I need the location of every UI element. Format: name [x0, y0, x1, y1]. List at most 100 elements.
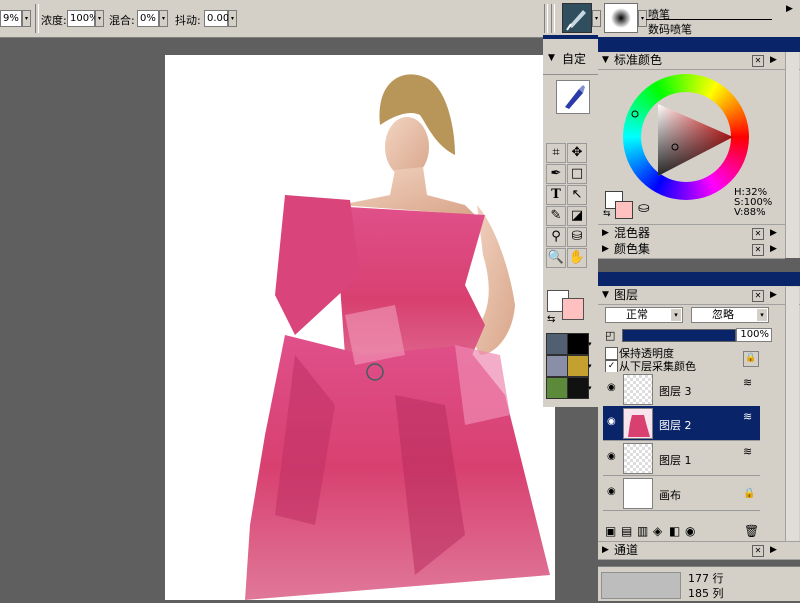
composite-method-select[interactable]: 忽略 ▾ — [691, 307, 769, 323]
crop-tool-icon[interactable]: ⌗ — [546, 143, 566, 163]
density-spinner[interactable]: ▾ — [95, 10, 104, 27]
mix-label: 混合: — [109, 14, 135, 27]
color-set-panel-title: 颜色集 — [614, 242, 651, 256]
library-dropdown-icon[interactable]: ▾ — [588, 384, 592, 392]
pattern-library-icon[interactable] — [567, 333, 589, 355]
layer-row-1[interactable]: ◉ 图层 1 ≋ — [603, 441, 760, 476]
composite-method-value: 忽略 — [712, 308, 734, 321]
eraser-tool-icon[interactable]: ◪ — [567, 206, 587, 226]
paper-library-icon[interactable] — [546, 333, 568, 355]
lock-icon[interactable]: 🔒 — [743, 351, 759, 367]
mix-spinner[interactable]: ▾ — [159, 10, 168, 27]
text-tool-icon[interactable]: T — [546, 185, 566, 205]
group-icon[interactable]: ◉ — [685, 524, 695, 538]
pen-tool-icon[interactable]: ✒ — [546, 164, 566, 184]
channels-panel-header[interactable]: ▶ 通道 ✕ ▶ — [598, 541, 800, 560]
panel-menu-icon[interactable]: ▶ — [770, 52, 777, 69]
density-field[interactable]: 100% — [67, 10, 99, 27]
panel-menu-icon[interactable]: ▶ — [770, 542, 777, 559]
layer-thumbnail — [623, 443, 653, 474]
jitter-field[interactable]: 0.00 — [204, 10, 229, 27]
size-field[interactable]: 9% — [0, 10, 22, 27]
close-icon[interactable]: ✕ — [752, 244, 764, 256]
secondary-color-mini[interactable] — [615, 201, 633, 219]
layers-panel-header[interactable]: ▼ 图层 ✕ ▶ — [598, 287, 800, 305]
size-spinner[interactable]: ▾ — [22, 10, 31, 27]
color-set-panel-header[interactable]: ▶ 颜色集 ✕ ▶ — [598, 241, 785, 259]
zoom-tool-icon[interactable]: 🔍 — [546, 248, 566, 268]
weave-library-icon[interactable] — [567, 355, 589, 377]
layer-thumbnail — [623, 374, 653, 405]
mix-field[interactable]: 0% — [137, 10, 159, 27]
mask-icon[interactable]: ◧ — [669, 524, 680, 538]
brush-variant-icon[interactable] — [604, 3, 638, 33]
clone-color-icon[interactable]: ⛀ — [638, 200, 650, 216]
color-panel-header[interactable]: ▼ 标准颜色 ✕ ▶ — [598, 52, 800, 70]
close-icon[interactable]: ✕ — [752, 290, 764, 302]
brush-tool-icon[interactable]: ✎ — [546, 206, 566, 226]
layer-row-canvas[interactable]: ◉ 画布 🔒 — [603, 476, 760, 511]
blend-mode-select[interactable]: 正常 ▾ — [605, 307, 683, 323]
library-dropdown-icon[interactable]: ▾ — [588, 362, 592, 370]
panel-menu-icon[interactable]: ▶ — [770, 225, 777, 242]
expand-icon[interactable]: ▶ — [602, 542, 609, 559]
chevron-down-icon: ▾ — [757, 309, 767, 321]
panel-header-bar — [598, 272, 800, 286]
density-label: 浓度: — [41, 14, 67, 27]
nozzle-library-icon[interactable] — [546, 377, 568, 399]
hand-tool-icon[interactable]: ✋ — [567, 248, 587, 268]
eye-icon[interactable]: ◉ — [607, 486, 616, 497]
eye-icon[interactable]: ◉ — [607, 451, 616, 462]
close-icon[interactable]: ✕ — [752, 55, 764, 67]
look-library-icon[interactable] — [567, 377, 589, 399]
layer-stack-icon: ≋ — [743, 376, 753, 389]
document-canvas[interactable] — [165, 55, 555, 600]
dropper-tool-icon[interactable]: ⚲ — [546, 227, 566, 247]
layer-row-2-selected[interactable]: ◉ 图层 2 ≋ — [603, 406, 760, 441]
swap-colors-icon[interactable]: ⇆ — [547, 314, 555, 325]
preserve-transparency-checkbox[interactable] — [605, 347, 618, 360]
paint-bucket-icon[interactable]: ⛁ — [567, 227, 587, 247]
dynamic-plugin-icon[interactable]: ▥ — [637, 524, 648, 538]
panel-collapse-icon[interactable]: ▶ — [786, 4, 793, 14]
library-dropdown-icon[interactable]: ▾ — [588, 340, 592, 348]
layer-name: 画布 — [659, 489, 681, 502]
new-layer-icon[interactable]: ▤ — [621, 524, 632, 538]
collapse-icon[interactable]: ▼ — [602, 287, 609, 304]
rectangle-tool-icon[interactable]: □ — [567, 164, 587, 184]
swap-colors-icon[interactable]: ⇆ — [603, 209, 611, 219]
eye-icon[interactable]: ◉ — [607, 382, 616, 393]
brush-category-icon[interactable] — [562, 3, 592, 33]
opacity-slider[interactable] — [622, 329, 736, 342]
expand-icon[interactable]: ▶ — [602, 241, 609, 258]
jitter-spinner[interactable]: ▾ — [228, 10, 237, 27]
expand-icon[interactable]: ▶ — [602, 225, 609, 242]
panel-menu-icon[interactable]: ▶ — [770, 287, 777, 304]
jitter-label: 抖动: — [175, 14, 201, 27]
opacity-field[interactable]: 100% — [736, 328, 772, 342]
delete-layer-icon[interactable]: 🗑 — [744, 524, 759, 538]
panel-menu-icon[interactable]: ▶ — [770, 241, 777, 258]
close-icon[interactable]: ✕ — [752, 545, 764, 557]
selection-tool-icon[interactable]: ↖ — [567, 185, 587, 205]
gradient-library-icon[interactable] — [546, 355, 568, 377]
saturation-value-triangle[interactable] — [623, 74, 749, 200]
layer-adjuster-icon[interactable]: ▣ — [605, 524, 616, 538]
hue-ring[interactable] — [623, 74, 749, 200]
layer-row-3[interactable]: ◉ 图层 3 ≋ — [603, 372, 760, 407]
divider — [35, 4, 39, 33]
custom-expand-icon[interactable]: ▼ — [548, 53, 555, 63]
color-panel-scrollbar[interactable] — [785, 52, 799, 258]
brush-icon — [565, 85, 585, 109]
layers-panel-scrollbar[interactable] — [785, 287, 799, 543]
brush-category-dropdown[interactable]: ▾ — [592, 10, 601, 27]
secondary-color-swatch[interactable] — [562, 298, 584, 320]
apply-effect-icon[interactable]: ◈ — [653, 524, 662, 538]
custom-brush-button[interactable] — [556, 80, 590, 114]
move-tool-icon[interactable]: ✥ — [567, 143, 587, 163]
collapse-icon[interactable]: ▼ — [602, 52, 609, 69]
painting-illustration — [245, 74, 550, 600]
close-icon[interactable]: ✕ — [752, 228, 764, 240]
eye-icon[interactable]: ◉ — [607, 416, 616, 427]
opacity-icon: ◰ — [605, 329, 616, 342]
